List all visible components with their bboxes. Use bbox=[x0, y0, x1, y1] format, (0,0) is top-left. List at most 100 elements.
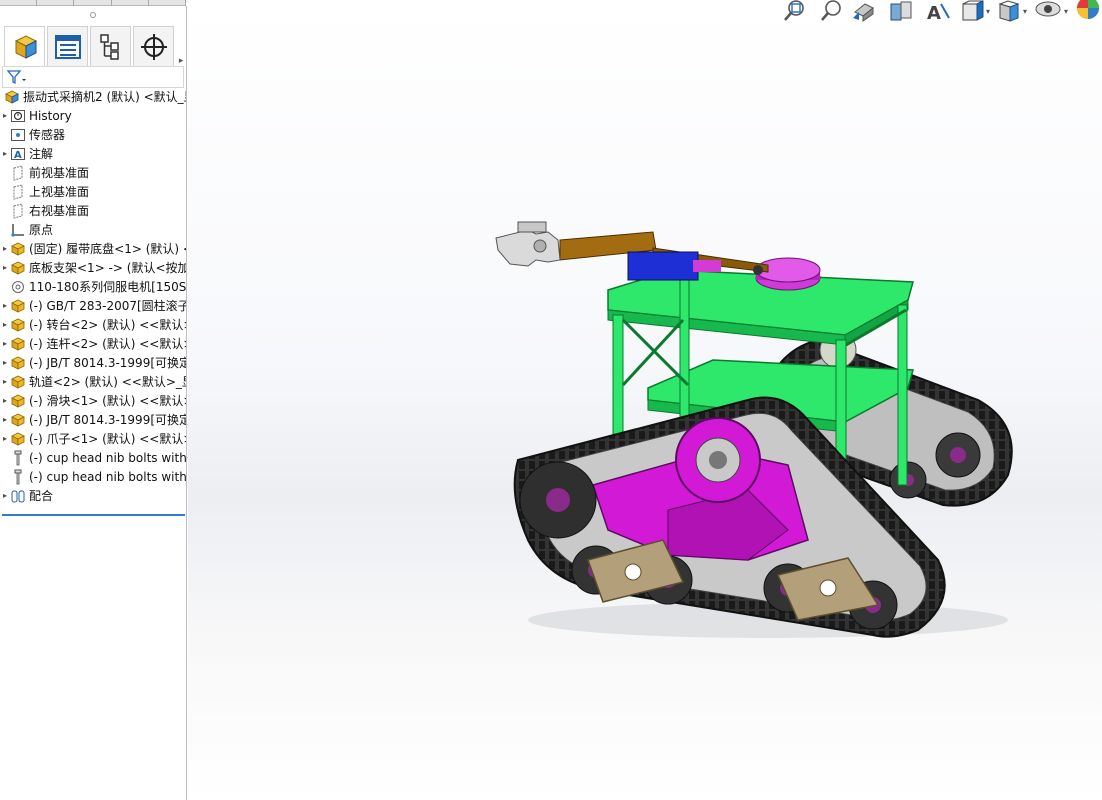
subassembly-icon bbox=[10, 374, 26, 390]
tree-item[interactable]: ▸ (-) JB/T 8014.3-1999[可换定 bbox=[0, 410, 186, 429]
tree-item[interactable]: ▸ (固定) 履带底盘<1> (默认) < bbox=[0, 239, 186, 258]
feature-tree: 振动式采摘机2 (默认) <默认_显示 ▸ History 传感器 ▸ A 注解前视基准面… bbox=[0, 87, 186, 505]
display-style-button[interactable]: ▾ bbox=[996, 0, 1027, 22]
tree-item[interactable]: 前视基准面 bbox=[0, 163, 186, 182]
tree-item-label: 注解 bbox=[29, 147, 54, 161]
tree-item-label: 前视基准面 bbox=[29, 166, 90, 180]
expand-arrow-icon[interactable]: ▸ bbox=[0, 244, 10, 253]
expand-arrow-icon[interactable]: ▸ bbox=[0, 358, 10, 367]
filter-icon bbox=[7, 70, 26, 85]
zoom-to-area-button[interactable] bbox=[819, 0, 845, 22]
expand-arrow-icon[interactable]: ▸ bbox=[0, 263, 10, 272]
tree-item-label: (-) JB/T 8014.3-1999[可换定 bbox=[29, 356, 186, 370]
assembly-icon bbox=[4, 89, 20, 105]
zoom-to-fit-button[interactable] bbox=[783, 0, 813, 22]
expand-arrow-icon[interactable]: ▸ bbox=[0, 434, 10, 443]
bolt-icon bbox=[10, 450, 26, 466]
tree-item[interactable]: 上视基准面 bbox=[0, 182, 186, 201]
panel-grip[interactable] bbox=[90, 12, 96, 18]
feature-manager-icon bbox=[14, 35, 37, 59]
subassembly-icon bbox=[10, 241, 26, 257]
tree-item[interactable]: ▸ (-) 转台<2> (默认) <<默认> bbox=[0, 315, 186, 334]
tree-item-label: 右视基准面 bbox=[29, 204, 90, 218]
subassembly-icon bbox=[10, 393, 26, 409]
tabs-more-icon[interactable]: ▸ bbox=[176, 26, 186, 68]
view-orientation-icon bbox=[962, 0, 984, 21]
tree-item[interactable]: ▸ A 注解 bbox=[0, 144, 186, 163]
tree-item-label: (-) 转台<2> (默认) <<默认> bbox=[29, 318, 186, 332]
tab-dimxpert-manager[interactable] bbox=[133, 26, 175, 68]
expand-arrow-icon[interactable]: ▸ bbox=[0, 491, 10, 500]
tree-item-label: (-) GB/T 283-2007[圆柱滚子 bbox=[29, 299, 186, 313]
tree-root-assembly[interactable]: 振动式采摘机2 (默认) <默认_显示 bbox=[0, 87, 186, 106]
tree-item[interactable]: 110-180系列伺服电机[150ST bbox=[0, 277, 186, 296]
tree-item-label: (-) cup head nib bolts with bbox=[29, 469, 186, 484]
tree-item[interactable]: ▸ 底板支架<1> -> (默认<按加 bbox=[0, 258, 186, 277]
expand-arrow-icon[interactable]: ▸ bbox=[0, 111, 10, 120]
tree-item[interactable]: (-) cup head nib bolts with bbox=[0, 448, 186, 467]
hide-show-items-button[interactable]: ▾ bbox=[1033, 0, 1068, 22]
tree-item[interactable]: ▸ History bbox=[0, 106, 186, 125]
property-manager-icon bbox=[54, 35, 81, 59]
tab-configuration-manager[interactable] bbox=[90, 26, 132, 68]
manager-tabs: ▸ bbox=[4, 26, 186, 68]
annotation-icon: A bbox=[10, 146, 26, 162]
assembly-model-3d[interactable] bbox=[488, 210, 1048, 650]
tab-property-manager[interactable] bbox=[47, 26, 89, 68]
tree-item[interactable]: 右视基准面 bbox=[0, 201, 186, 220]
svg-text:A: A bbox=[14, 150, 22, 161]
zoom-to-fit-icon bbox=[784, 0, 804, 21]
tree-item[interactable]: ▸ 配合 bbox=[0, 486, 186, 505]
tree-item-label: History bbox=[29, 108, 72, 123]
previous-view-button[interactable] bbox=[851, 0, 881, 22]
tree-filter[interactable] bbox=[2, 66, 184, 88]
section-view-icon bbox=[890, 1, 912, 21]
tree-item[interactable]: ▸ (-) 连杆<2> (默认) <<默认> bbox=[0, 334, 186, 353]
expand-arrow-icon[interactable]: ▸ bbox=[0, 396, 10, 405]
plane-icon bbox=[10, 164, 26, 181]
expand-arrow-icon[interactable]: ▸ bbox=[0, 377, 10, 386]
expand-arrow-icon[interactable]: ▸ bbox=[0, 339, 10, 348]
plane-icon bbox=[10, 202, 26, 219]
tree-item-label: (-) 连杆<2> (默认) <<默认> bbox=[29, 337, 186, 351]
sensor-icon bbox=[10, 127, 26, 143]
tree-item-label: 配合 bbox=[29, 489, 54, 503]
tree-item-label: 110-180系列伺服电机[150ST bbox=[29, 280, 186, 294]
tree-item[interactable]: ▸ 轨道<2> (默认) <<默认>_显 bbox=[0, 372, 186, 391]
tree-item-label: 轨道<2> (默认) <<默认>_显 bbox=[29, 375, 186, 389]
tree-item-label: (-) 滑块<1> (默认) <<默认> bbox=[29, 394, 186, 408]
chevron-down-icon: ▾ bbox=[1022, 6, 1027, 16]
annotation-view-icon: A bbox=[927, 3, 950, 22]
expand-arrow-icon[interactable]: ▸ bbox=[0, 415, 10, 424]
chevron-down-icon: ▾ bbox=[1063, 6, 1068, 16]
tab-feature-manager[interactable] bbox=[4, 26, 46, 68]
subassembly-icon bbox=[10, 431, 26, 447]
display-style-icon bbox=[998, 0, 1020, 22]
tree-item[interactable]: ▸ (-) 滑块<1> (默认) <<默认> bbox=[0, 391, 186, 410]
plane-icon bbox=[10, 183, 26, 200]
svg-text:A: A bbox=[927, 3, 941, 22]
tree-item-label: 上视基准面 bbox=[29, 185, 90, 199]
appearance-button[interactable] bbox=[1074, 0, 1102, 22]
dynamic-annotation-button[interactable]: A bbox=[923, 0, 953, 22]
configuration-manager-icon bbox=[99, 34, 119, 60]
section-view-button[interactable] bbox=[887, 0, 917, 22]
tree-item[interactable]: ▸ (-) 爪子<1> (默认) <<默认> bbox=[0, 429, 186, 448]
tree-item-label: 底板支架<1> -> (默认<按加 bbox=[29, 261, 186, 275]
view-orientation-button[interactable]: ▾ bbox=[959, 0, 990, 22]
graphics-viewport[interactable]: A ▾ ▾ ▾ bbox=[188, 0, 1102, 800]
gripper-arm bbox=[495, 221, 769, 281]
tree-item[interactable]: 传感器 bbox=[0, 125, 186, 144]
history-icon bbox=[10, 108, 26, 124]
tree-item[interactable]: (-) cup head nib bolts with bbox=[0, 467, 186, 486]
expand-arrow-icon[interactable]: ▸ bbox=[0, 149, 10, 158]
expand-arrow-icon[interactable]: ▸ bbox=[0, 320, 10, 329]
tree-item[interactable]: ▸ (-) GB/T 283-2007[圆柱滚子 bbox=[0, 296, 186, 315]
tree-item[interactable]: ▸ (-) JB/T 8014.3-1999[可换定 bbox=[0, 353, 186, 372]
expand-arrow-icon[interactable]: ▸ bbox=[0, 301, 10, 310]
tree-item[interactable]: 原点 bbox=[0, 220, 186, 239]
previous-view-icon bbox=[852, 3, 874, 22]
tree-end-marker[interactable] bbox=[2, 514, 185, 516]
tree-item-label: (-) JB/T 8014.3-1999[可换定 bbox=[29, 413, 186, 427]
tree-item-label: (固定) 履带底盘<1> (默认) < bbox=[29, 242, 186, 256]
